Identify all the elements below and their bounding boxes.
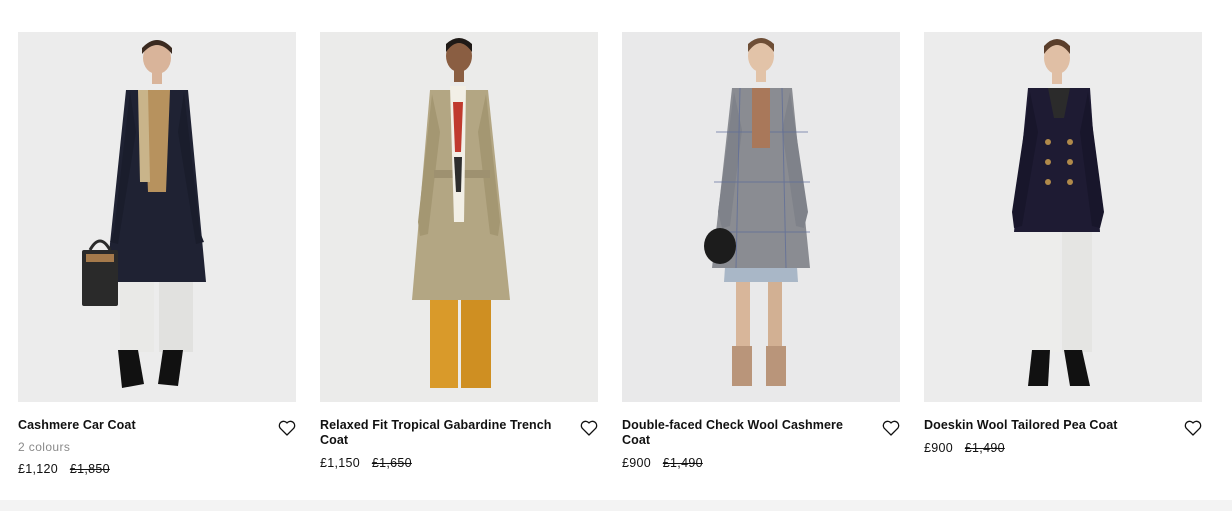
product-card[interactable]: Doeskin Wool Tailored Pea Coat £900 £1,4… [924,32,1202,455]
product-prices: £1,120 £1,850 [18,462,256,476]
product-prices: £1,150 £1,650 [320,456,558,470]
product-info: Doeskin Wool Tailored Pea Coat £900 £1,4… [924,418,1202,455]
heart-outline-icon[interactable] [580,420,598,436]
product-name[interactable]: Double-faced Check Wool Cashmere Coat [622,418,854,448]
product-price: £1,150 [320,456,361,470]
heart-outline-icon[interactable] [882,420,900,436]
model-figure [18,32,296,402]
product-colours: 2 colours [18,440,71,454]
product-info: Double-faced Check Wool Cashmere Coat £9… [622,418,900,470]
model-figure [622,32,900,402]
product-info: Relaxed Fit Tropical Gabardine Trench Co… [320,418,598,470]
model-figure [320,32,598,402]
product-image[interactable] [320,32,598,402]
heart-outline-icon[interactable] [1184,420,1202,436]
product-image[interactable] [18,32,296,402]
product-grid: Cashmere Car Coat 2 colours £1,120 £1,85… [0,0,1232,500]
product-card[interactable]: Relaxed Fit Tropical Gabardine Trench Co… [320,32,598,470]
product-prices: £900 £1,490 [622,456,860,470]
product-image[interactable] [622,32,900,402]
model-figure [924,32,1202,402]
product-original-price: £1,850 [69,462,110,476]
product-name[interactable]: Doeskin Wool Tailored Pea Coat [924,418,1156,433]
product-name[interactable]: Relaxed Fit Tropical Gabardine Trench Co… [320,418,552,448]
product-name[interactable]: Cashmere Car Coat [18,418,250,433]
product-prices: £900 £1,490 [924,441,1162,455]
product-original-price: £1,490 [964,441,1005,455]
heart-outline-icon[interactable] [278,420,296,436]
product-card[interactable]: Cashmere Car Coat 2 colours £1,120 £1,85… [18,32,296,476]
product-original-price: £1,490 [662,456,703,470]
product-image[interactable] [924,32,1202,402]
product-original-price: £1,650 [371,456,412,470]
product-price: £1,120 [18,462,59,476]
product-card[interactable]: Double-faced Check Wool Cashmere Coat £9… [622,32,900,470]
page-bottom-band [0,500,1232,511]
product-info: Cashmere Car Coat 2 colours £1,120 £1,85… [18,418,296,476]
product-price: £900 [924,441,954,455]
product-price: £900 [622,456,652,470]
